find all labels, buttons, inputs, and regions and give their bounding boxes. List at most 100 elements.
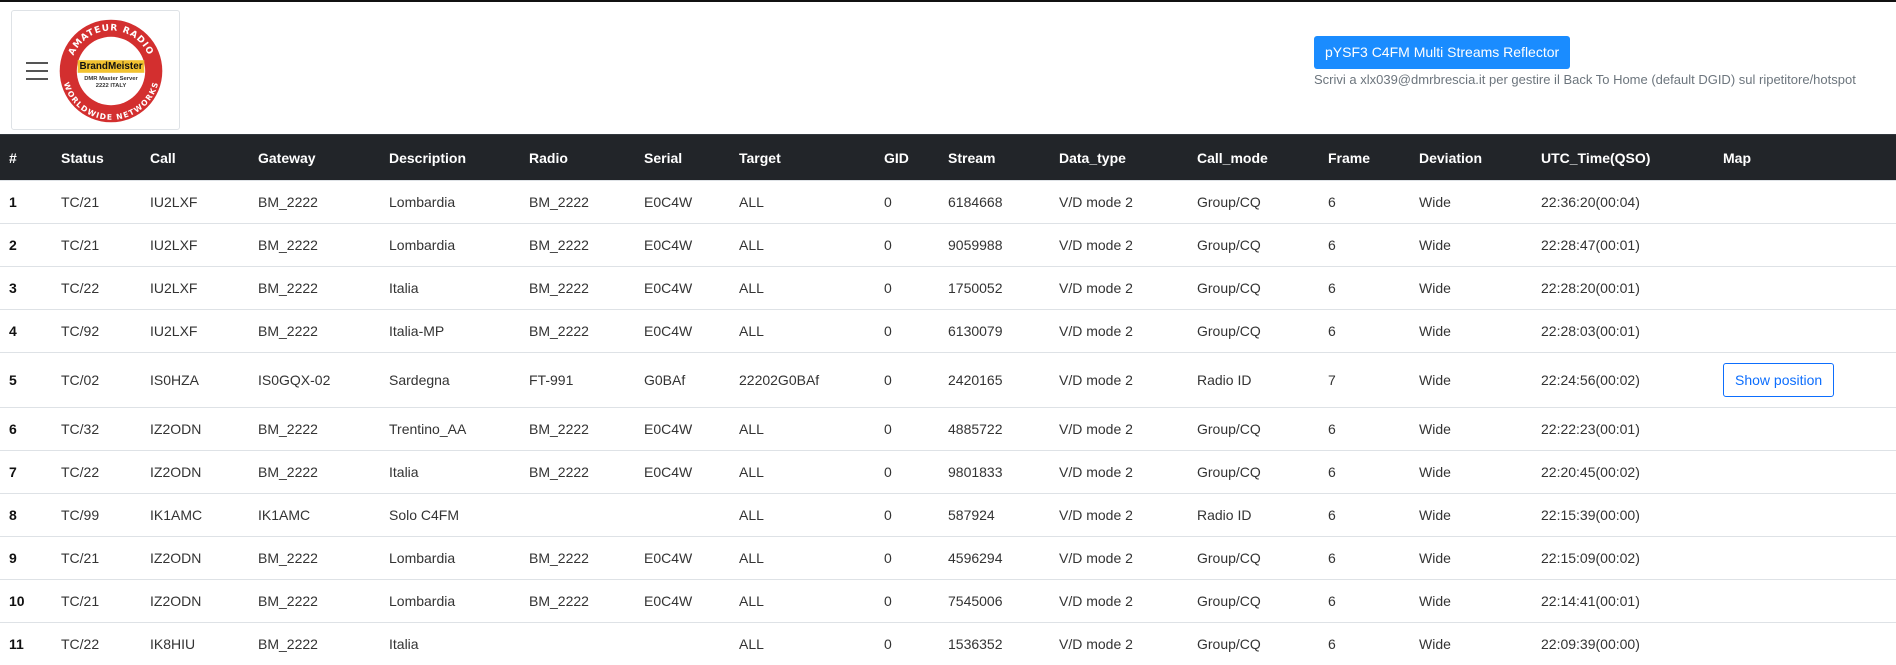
table-cell: Italia	[380, 451, 520, 494]
column-header: Data_type	[1050, 135, 1188, 181]
table-cell: TC/21	[52, 181, 141, 224]
brandmeister-logo: AMATEUR RADIO WORLDWIDE NETWORKS BrandMe…	[52, 17, 170, 125]
table-cell: 7	[0, 451, 52, 494]
table-cell: TC/02	[52, 353, 141, 408]
table-cell: 11	[0, 623, 52, 665]
column-header: Target	[730, 135, 875, 181]
table-cell: BM_2222	[249, 623, 380, 665]
map-cell	[1714, 181, 1896, 224]
table-row: 1TC/21IU2LXFBM_2222LombardiaBM_2222E0C4W…	[0, 181, 1896, 224]
table-cell: G0BAf	[635, 353, 730, 408]
table-cell: E0C4W	[635, 451, 730, 494]
table-cell: 5	[0, 353, 52, 408]
table-cell: V/D mode 2	[1050, 451, 1188, 494]
table-cell: 7545006	[939, 580, 1050, 623]
table-cell: Italia-MP	[380, 310, 520, 353]
table-cell: ALL	[730, 494, 875, 537]
table-cell: 0	[875, 353, 939, 408]
table-cell: Radio ID	[1188, 494, 1319, 537]
column-header: Stream	[939, 135, 1050, 181]
table-cell: 6	[1319, 310, 1410, 353]
table-cell: TC/92	[52, 310, 141, 353]
table-cell: IK1AMC	[141, 494, 249, 537]
table-cell: E0C4W	[635, 537, 730, 580]
table-cell: 6	[1319, 580, 1410, 623]
table-cell: 6	[1319, 451, 1410, 494]
column-header: Description	[380, 135, 520, 181]
table-cell: Wide	[1410, 353, 1532, 408]
table-cell: TC/22	[52, 451, 141, 494]
table-cell: Wide	[1410, 580, 1532, 623]
table-cell: V/D mode 2	[1050, 181, 1188, 224]
table-cell: Lombardia	[380, 224, 520, 267]
table-cell: 9801833	[939, 451, 1050, 494]
table-cell: Lombardia	[380, 537, 520, 580]
table-cell: E0C4W	[635, 580, 730, 623]
table-cell: 4885722	[939, 408, 1050, 451]
table-cell: BM_2222	[249, 580, 380, 623]
table-cell: 3	[0, 267, 52, 310]
table-cell: 22:36:20(00:04)	[1532, 181, 1714, 224]
column-header: Serial	[635, 135, 730, 181]
table-cell: TC/22	[52, 623, 141, 665]
table-cell: BM_2222	[249, 408, 380, 451]
table-cell: 9059988	[939, 224, 1050, 267]
table-cell: V/D mode 2	[1050, 537, 1188, 580]
table-cell: Group/CQ	[1188, 451, 1319, 494]
table-cell	[520, 494, 635, 537]
hamburger-menu-icon[interactable]	[26, 62, 48, 80]
table-row: 7TC/22IZ2ODNBM_2222ItaliaBM_2222E0C4WALL…	[0, 451, 1896, 494]
table-cell: BM_2222	[520, 537, 635, 580]
table-cell	[520, 623, 635, 665]
reflector-button[interactable]: pYSF3 C4FM Multi Streams Reflector	[1314, 36, 1570, 69]
table-cell: 22:28:03(00:01)	[1532, 310, 1714, 353]
column-header: #	[0, 135, 52, 181]
table-cell: ALL	[730, 451, 875, 494]
column-header: Deviation	[1410, 135, 1532, 181]
table-cell: IU2LXF	[141, 310, 249, 353]
table-cell: IK8HIU	[141, 623, 249, 665]
column-header: Frame	[1319, 135, 1410, 181]
table-cell: V/D mode 2	[1050, 353, 1188, 408]
table-cell: TC/21	[52, 224, 141, 267]
table-cell: 6	[1319, 181, 1410, 224]
table-cell: Wide	[1410, 451, 1532, 494]
map-cell	[1714, 451, 1896, 494]
logo-line1: DMR Master Server	[84, 76, 138, 82]
table-cell: 22:15:09(00:02)	[1532, 537, 1714, 580]
table-cell: BM_2222	[520, 408, 635, 451]
table-header-row: #StatusCallGatewayDescriptionRadioSerial…	[0, 135, 1896, 181]
table-cell: 8	[0, 494, 52, 537]
table-cell: 6184668	[939, 181, 1050, 224]
table-cell: V/D mode 2	[1050, 494, 1188, 537]
column-header: Call	[141, 135, 249, 181]
table-cell: 0	[875, 408, 939, 451]
table-cell: 1536352	[939, 623, 1050, 665]
table-cell: E0C4W	[635, 310, 730, 353]
table-cell: 2	[0, 224, 52, 267]
map-cell	[1714, 537, 1896, 580]
map-cell: Show position	[1714, 353, 1896, 408]
table-cell: 1750052	[939, 267, 1050, 310]
table-row: 2TC/21IU2LXFBM_2222LombardiaBM_2222E0C4W…	[0, 224, 1896, 267]
map-cell	[1714, 408, 1896, 451]
table-cell: 6	[1319, 494, 1410, 537]
table-cell: TC/21	[52, 537, 141, 580]
table-cell: IZ2ODN	[141, 580, 249, 623]
table-row: 9TC/21IZ2ODNBM_2222LombardiaBM_2222E0C4W…	[0, 537, 1896, 580]
table-cell: 0	[875, 451, 939, 494]
table-cell: Wide	[1410, 224, 1532, 267]
table-cell: IU2LXF	[141, 224, 249, 267]
table-cell: 0	[875, 537, 939, 580]
table-cell: Lombardia	[380, 181, 520, 224]
table-cell: Wide	[1410, 267, 1532, 310]
table-cell: Trentino_AA	[380, 408, 520, 451]
table-cell: BM_2222	[249, 451, 380, 494]
table-cell: 0	[875, 494, 939, 537]
map-cell	[1714, 267, 1896, 310]
table-cell: TC/21	[52, 580, 141, 623]
table-cell: BM_2222	[520, 580, 635, 623]
show-position-button[interactable]: Show position	[1723, 363, 1834, 397]
table-cell: 22:14:41(00:01)	[1532, 580, 1714, 623]
table-cell: 6130079	[939, 310, 1050, 353]
